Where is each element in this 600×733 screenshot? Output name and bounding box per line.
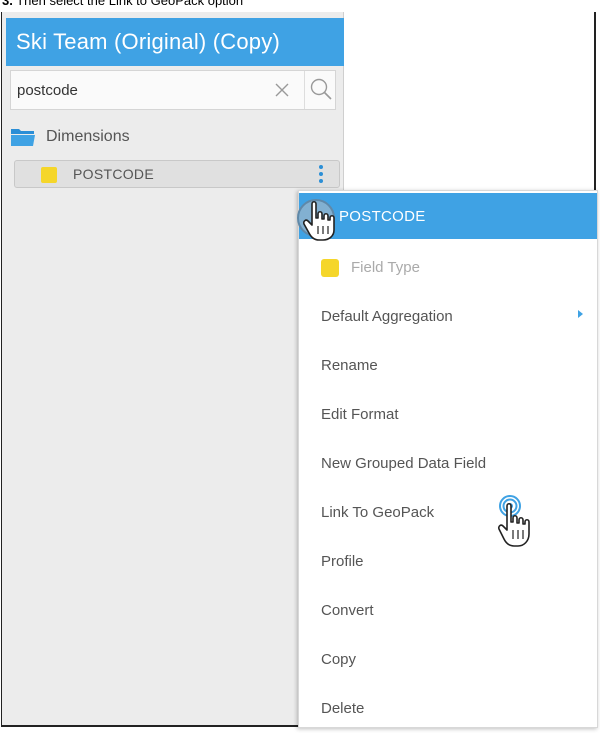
field-context-menu: POSTCODE Field Type Default Aggregation … [298,190,598,728]
submenu-arrow-icon [578,310,583,318]
menu-item-convert[interactable]: Convert [299,586,597,635]
kebab-menu-icon[interactable] [315,163,327,185]
dimensions-folder[interactable]: Dimensions [10,124,130,150]
search-box [10,70,336,110]
instruction-text: Then select the Link to GeoPack option [12,0,244,8]
step-number: 3. [2,0,13,8]
search-icon[interactable] [309,77,333,101]
clear-icon[interactable] [273,81,291,99]
panel-title: Ski Team (Original) (Copy) [6,18,344,66]
menu-item-label: New Grouped Data Field [321,455,487,472]
search-input[interactable] [11,71,271,109]
menu-item-default-aggregation[interactable]: Default Aggregation [299,292,597,341]
search-divider [304,71,305,109]
menu-item-link-to-geopack[interactable]: Link To GeoPack [299,488,597,537]
menu-item-label: Profile [321,553,364,570]
menu-item-profile[interactable]: Profile [299,537,597,586]
menu-item-rename[interactable]: Rename [299,341,597,390]
menu-item-new-grouped-data-field[interactable]: New Grouped Data Field [299,439,597,488]
folder-icon [11,129,35,146]
menu-header: POSTCODE [299,193,597,239]
field-type-swatch [321,258,339,277]
dimensions-label: Dimensions [46,128,130,145]
menu-item-label: Link To GeoPack [321,504,435,521]
menu-item-copy[interactable]: Copy [299,635,597,684]
menu-item-label: Edit Format [321,406,399,423]
menu-item-label: Default Aggregation [321,308,453,325]
menu-item-edit-format[interactable]: Edit Format [299,390,597,439]
field-panel [2,12,344,725]
field-label: POSTCODE [73,166,154,182]
menu-item-label: Delete [321,700,365,717]
menu-item-label: Copy [321,651,357,668]
menu-item-label: Rename [321,357,378,374]
menu-item-field-type[interactable]: Field Type [299,243,597,292]
menu-item-label: Convert [321,602,374,619]
menu-item-label: Field Type [351,259,420,276]
field-item-postcode[interactable]: POSTCODE [14,160,340,188]
instruction-caption: 3. Then select the Link to GeoPack optio… [2,0,243,8]
field-type-swatch [41,167,57,183]
menu-item-delete[interactable]: Delete [299,684,597,733]
